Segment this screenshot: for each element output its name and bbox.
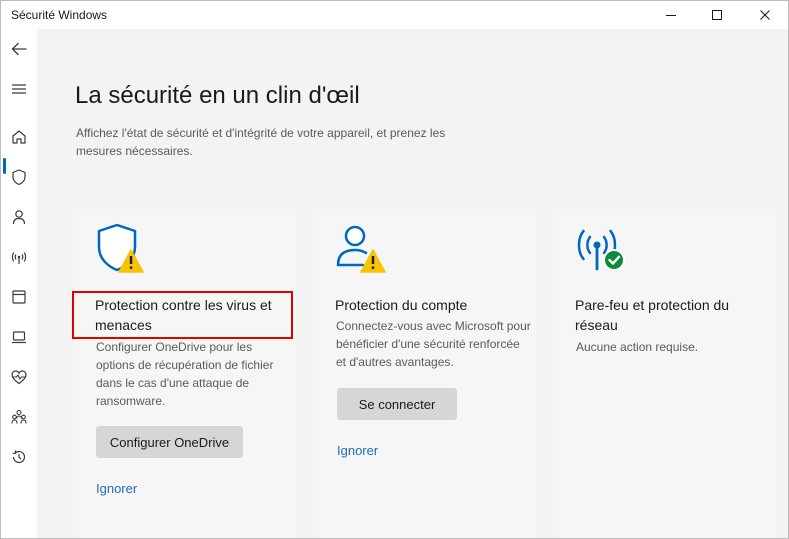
browser-window-icon <box>12 290 26 304</box>
main-content: La sécurité en un clin d'œil Affichez l'… <box>37 29 788 538</box>
sidebar-item-family-options[interactable] <box>1 399 37 435</box>
card-description: Connectez-vous avec Microsoft pour bénéf… <box>336 319 531 369</box>
maximize-icon <box>712 10 722 20</box>
highlight-box <box>72 291 293 339</box>
minimize-button[interactable] <box>648 1 694 29</box>
sidebar-item-virus-protection[interactable] <box>1 159 37 195</box>
card-account-protection: Protection du compte Connectez-vous avec… <box>313 209 537 538</box>
menu-button[interactable] <box>1 71 37 107</box>
home-icon <box>12 130 26 144</box>
hamburger-icon <box>12 84 26 94</box>
window-title: Sécurité Windows <box>11 8 108 22</box>
sidebar-nav <box>1 29 37 538</box>
card-title: Pare-feu et protection du réseau <box>575 297 730 333</box>
family-icon <box>11 409 27 424</box>
sidebar-item-firewall[interactable] <box>1 239 37 275</box>
page-title: La sécurité en un clin d'œil <box>75 82 360 109</box>
shield-icon <box>12 169 26 186</box>
configure-onedrive-button[interactable]: Configurer OneDrive <box>96 426 243 458</box>
person-warning-icon <box>336 225 386 273</box>
maximize-button[interactable] <box>694 1 740 29</box>
shield-warning-icon <box>97 223 144 273</box>
card-description: Configurer OneDrive pour les options de … <box>96 340 274 408</box>
close-icon <box>760 10 770 20</box>
card-title: Protection du compte <box>335 297 468 313</box>
card-firewall: Pare-feu et protection du réseau Aucune … <box>553 209 777 538</box>
dismiss-link[interactable]: Ignorer <box>96 481 137 496</box>
back-arrow-icon <box>11 42 27 56</box>
back-button[interactable] <box>1 31 37 67</box>
sidebar-item-device-health[interactable] <box>1 359 37 395</box>
person-icon <box>12 210 26 225</box>
page-subtitle: Affichez l'état de sécurité et d'intégri… <box>76 126 446 158</box>
close-button[interactable] <box>742 1 788 29</box>
sidebar-item-app-browser[interactable] <box>1 279 37 315</box>
security-window: Sécurité Windows La sécurité en un clin … <box>0 0 789 539</box>
sidebar-item-device-security[interactable] <box>1 319 37 355</box>
card-description: Aucune action requise. <box>576 340 699 354</box>
sign-in-button[interactable]: Se connecter <box>337 388 457 420</box>
history-icon <box>12 450 26 464</box>
heart-pulse-icon <box>11 370 27 385</box>
card-virus-protection: Protection contre les virus et menaces C… <box>73 209 297 538</box>
sidebar-item-home[interactable] <box>1 119 37 155</box>
minimize-icon <box>666 15 676 16</box>
sidebar-item-account-protection[interactable] <box>1 199 37 235</box>
dismiss-link[interactable]: Ignorer <box>337 443 378 458</box>
sidebar-item-history[interactable] <box>1 439 37 475</box>
wifi-broadcast-icon <box>11 252 27 264</box>
laptop-icon <box>12 331 26 344</box>
title-bar: Sécurité Windows <box>1 1 788 29</box>
wifi-ok-icon <box>577 229 625 271</box>
